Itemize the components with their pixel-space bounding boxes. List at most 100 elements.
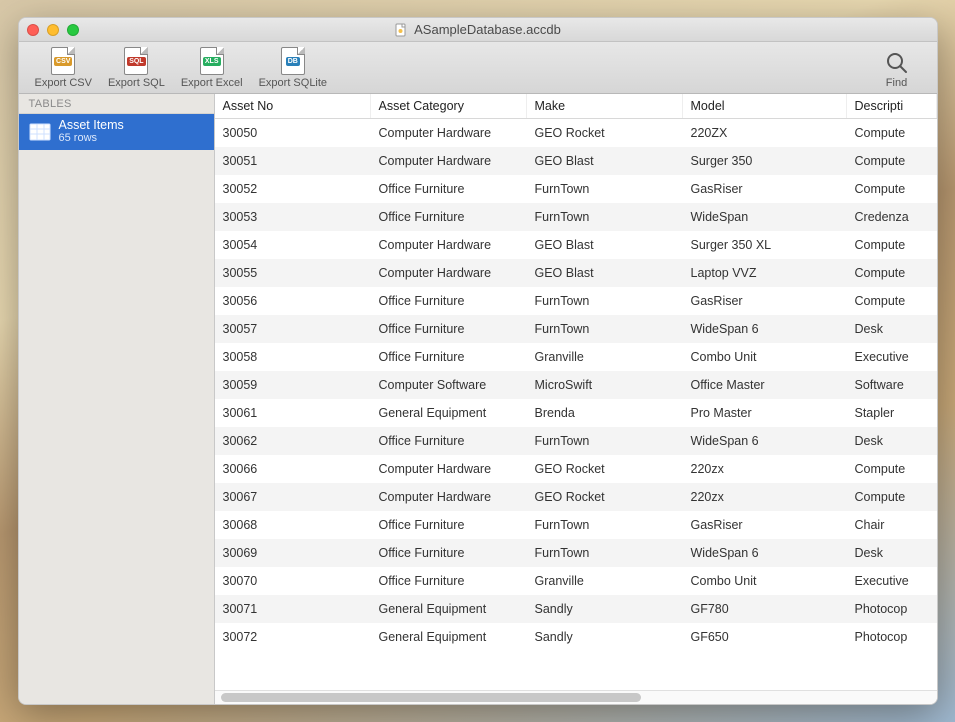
table-row[interactable]: 30059Computer SoftwareMicroSwiftOffice M… — [215, 371, 937, 399]
table-cell[interactable]: General Equipment — [371, 595, 527, 623]
table-row[interactable]: 30061General EquipmentBrendaPro MasterSt… — [215, 399, 937, 427]
table-cell[interactable]: 30054 — [215, 231, 371, 259]
table-cell[interactable]: Surger 350 — [683, 147, 847, 175]
table-cell[interactable]: Computer Hardware — [371, 455, 527, 483]
column-header[interactable]: Asset No — [215, 94, 371, 118]
table-cell[interactable]: Compute — [847, 119, 937, 147]
table-cell[interactable]: 30072 — [215, 623, 371, 651]
table-cell[interactable]: Pro Master — [683, 399, 847, 427]
table-row[interactable]: 30052Office FurnitureFurnTownGasRiserCom… — [215, 175, 937, 203]
table-cell[interactable]: Office Furniture — [371, 315, 527, 343]
table-cell[interactable]: GEO Rocket — [527, 455, 683, 483]
table-cell[interactable]: GEO Blast — [527, 259, 683, 287]
table-row[interactable]: 30068Office FurnitureFurnTownGasRiserCha… — [215, 511, 937, 539]
table-cell[interactable]: GasRiser — [683, 287, 847, 315]
table-cell[interactable]: Credenza — [847, 203, 937, 231]
table-cell[interactable]: Office Furniture — [371, 427, 527, 455]
table-cell[interactable]: Sandly — [527, 623, 683, 651]
table-cell[interactable]: Office Furniture — [371, 539, 527, 567]
table-cell[interactable]: MicroSwift — [527, 371, 683, 399]
table-cell[interactable]: Computer Hardware — [371, 483, 527, 511]
table-row[interactable]: 30053Office FurnitureFurnTownWideSpanCre… — [215, 203, 937, 231]
table-cell[interactable]: 220zx — [683, 455, 847, 483]
table-cell[interactable]: Combo Unit — [683, 567, 847, 595]
table-cell[interactable]: Brenda — [527, 399, 683, 427]
table-cell[interactable]: 30052 — [215, 175, 371, 203]
table-cell[interactable]: Office Furniture — [371, 287, 527, 315]
table-cell[interactable]: GF780 — [683, 595, 847, 623]
table-cell[interactable]: Desk — [847, 427, 937, 455]
table-rows-viewport[interactable]: 30050Computer HardwareGEO Rocket220ZXCom… — [215, 119, 937, 690]
table-cell[interactable]: Desk — [847, 315, 937, 343]
column-header[interactable]: Asset Category — [371, 94, 527, 118]
table-cell[interactable]: WideSpan 6 — [683, 427, 847, 455]
table-row[interactable]: 30050Computer HardwareGEO Rocket220ZXCom… — [215, 119, 937, 147]
table-cell[interactable]: 30071 — [215, 595, 371, 623]
export-excel-button[interactable]: XLS Export Excel — [175, 44, 249, 91]
table-cell[interactable]: General Equipment — [371, 399, 527, 427]
table-cell[interactable]: Computer Hardware — [371, 259, 527, 287]
table-cell[interactable]: Computer Hardware — [371, 231, 527, 259]
column-header[interactable]: Make — [527, 94, 683, 118]
table-cell[interactable]: 220ZX — [683, 119, 847, 147]
table-cell[interactable]: Office Master — [683, 371, 847, 399]
maximize-window-button[interactable] — [67, 24, 79, 36]
table-cell[interactable]: Combo Unit — [683, 343, 847, 371]
table-cell[interactable]: General Equipment — [371, 623, 527, 651]
table-cell[interactable]: WideSpan 6 — [683, 315, 847, 343]
table-cell[interactable]: 30050 — [215, 119, 371, 147]
table-cell[interactable]: Office Furniture — [371, 175, 527, 203]
table-cell[interactable]: Surger 350 XL — [683, 231, 847, 259]
table-row[interactable]: 30056Office FurnitureFurnTownGasRiserCom… — [215, 287, 937, 315]
table-row[interactable]: 30058Office FurnitureGranvilleCombo Unit… — [215, 343, 937, 371]
table-cell[interactable]: GEO Blast — [527, 231, 683, 259]
table-cell[interactable]: FurnTown — [527, 203, 683, 231]
table-cell[interactable]: Photocop — [847, 595, 937, 623]
table-cell[interactable]: Software — [847, 371, 937, 399]
table-cell[interactable]: 30070 — [215, 567, 371, 595]
table-row[interactable]: 30055Computer HardwareGEO BlastLaptop VV… — [215, 259, 937, 287]
table-cell[interactable]: Granville — [527, 343, 683, 371]
minimize-window-button[interactable] — [47, 24, 59, 36]
table-cell[interactable]: Stapler — [847, 399, 937, 427]
find-button[interactable]: Find — [867, 48, 927, 91]
table-cell[interactable]: FurnTown — [527, 511, 683, 539]
export-sqlite-button[interactable]: DB Export SQLite — [253, 44, 333, 91]
table-cell[interactable]: Executive — [847, 567, 937, 595]
table-cell[interactable]: GasRiser — [683, 175, 847, 203]
table-cell[interactable]: Photocop — [847, 623, 937, 651]
table-row[interactable]: 30054Computer HardwareGEO BlastSurger 35… — [215, 231, 937, 259]
export-csv-button[interactable]: CSV Export CSV — [29, 44, 98, 91]
table-cell[interactable]: Compute — [847, 175, 937, 203]
table-cell[interactable]: Chair — [847, 511, 937, 539]
table-row[interactable]: 30071General EquipmentSandlyGF780Photoco… — [215, 595, 937, 623]
table-cell[interactable]: Compute — [847, 259, 937, 287]
table-cell[interactable]: FurnTown — [527, 287, 683, 315]
table-cell[interactable]: 30056 — [215, 287, 371, 315]
table-cell[interactable]: Computer Software — [371, 371, 527, 399]
table-cell[interactable]: WideSpan — [683, 203, 847, 231]
table-cell[interactable]: Office Furniture — [371, 567, 527, 595]
titlebar[interactable]: ASampleDatabase.accdb — [19, 18, 937, 42]
table-header-row[interactable]: Asset No Asset Category Make Model Descr… — [215, 94, 937, 119]
table-cell[interactable]: Desk — [847, 539, 937, 567]
horizontal-scrollbar[interactable] — [215, 690, 937, 704]
export-sql-button[interactable]: SQL Export SQL — [102, 44, 171, 91]
table-row[interactable]: 30051Computer HardwareGEO BlastSurger 35… — [215, 147, 937, 175]
table-cell[interactable]: FurnTown — [527, 539, 683, 567]
close-window-button[interactable] — [27, 24, 39, 36]
table-cell[interactable]: 30061 — [215, 399, 371, 427]
table-row[interactable]: 30066Computer HardwareGEO Rocket220zxCom… — [215, 455, 937, 483]
table-cell[interactable]: Office Furniture — [371, 343, 527, 371]
table-cell[interactable]: Laptop VVZ — [683, 259, 847, 287]
table-cell[interactable]: 30068 — [215, 511, 371, 539]
table-cell[interactable]: WideSpan 6 — [683, 539, 847, 567]
table-cell[interactable]: GEO Rocket — [527, 119, 683, 147]
table-cell[interactable]: Office Furniture — [371, 203, 527, 231]
table-row[interactable]: 30057Office FurnitureFurnTownWideSpan 6D… — [215, 315, 937, 343]
table-cell[interactable]: 30069 — [215, 539, 371, 567]
table-cell[interactable]: GasRiser — [683, 511, 847, 539]
table-cell[interactable]: Compute — [847, 147, 937, 175]
table-cell[interactable]: GEO Rocket — [527, 483, 683, 511]
table-cell[interactable]: FurnTown — [527, 427, 683, 455]
